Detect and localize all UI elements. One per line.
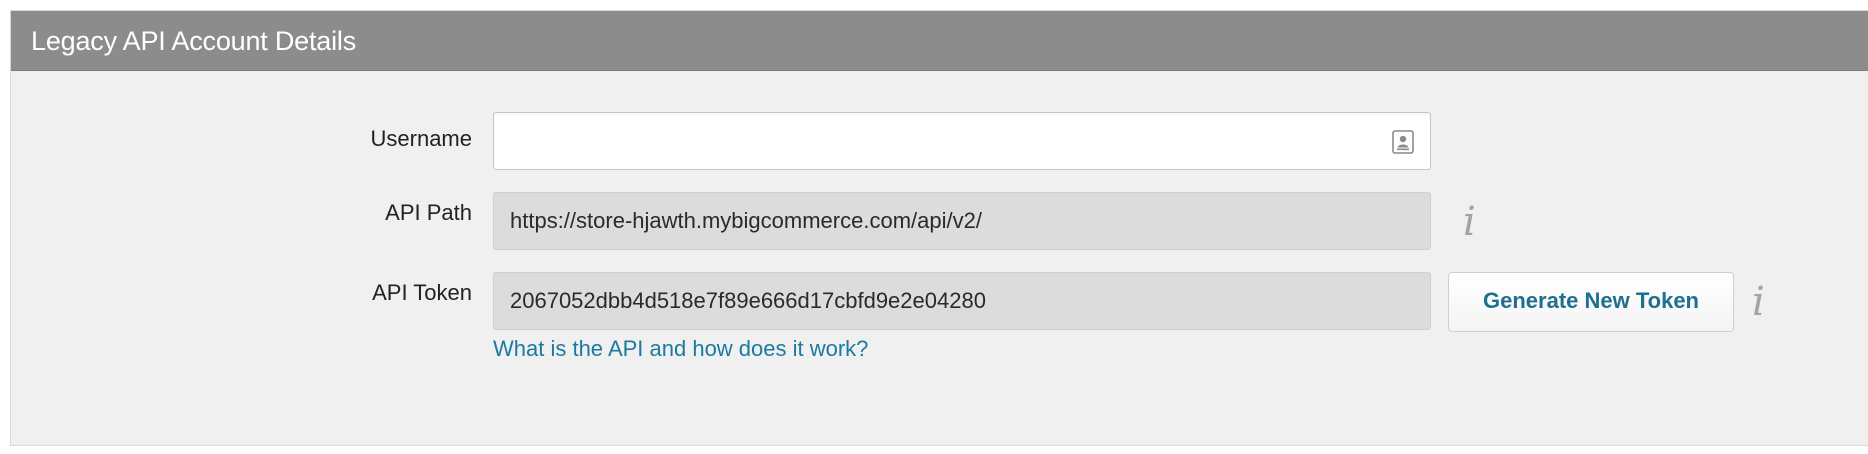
api-help-link[interactable]: What is the API and how does it work? xyxy=(493,336,868,362)
api-token-field[interactable]: 2067052dbb4d518e7f89e666d17cbfd9e2e04280 xyxy=(493,272,1431,330)
panel-header: Legacy API Account Details xyxy=(11,11,1868,71)
panel-title: Legacy API Account Details xyxy=(31,26,356,56)
api-token-label: API Token xyxy=(372,280,472,305)
api-token-info-icon[interactable]: i xyxy=(1752,282,1765,322)
username-field[interactable] xyxy=(493,112,1431,170)
generate-new-token-button[interactable]: Generate New Token xyxy=(1448,272,1734,332)
contact-card-icon[interactable] xyxy=(1392,130,1414,154)
api-path-info-icon[interactable]: i xyxy=(1463,202,1476,242)
api-path-field[interactable]: https://store-hjawth.mybigcommerce.com/a… xyxy=(493,192,1431,250)
api-path-label: API Path xyxy=(385,200,472,225)
username-label: Username xyxy=(370,126,472,151)
